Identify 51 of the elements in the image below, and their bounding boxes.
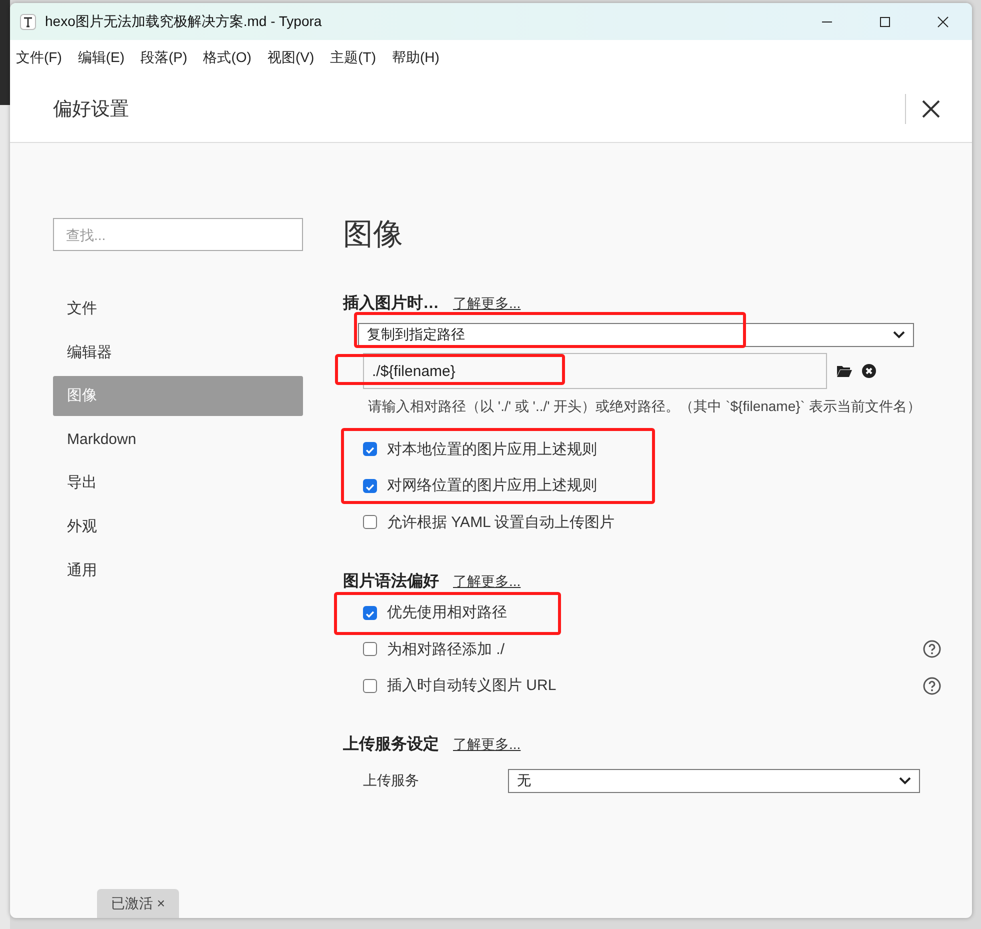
close-icon[interactable] [937,16,949,28]
path-field[interactable]: ./${filename} [363,353,827,389]
sidebar-item[interactable]: 编辑器 [53,332,303,373]
help-icon[interactable] [923,676,941,695]
status-badge[interactable]: 已激活 × [97,889,180,918]
checkbox-label: 插入时自动转义图片 URL [387,676,556,696]
checkbox-label: 允许根据 YAML 设置自动上传图片 [387,512,615,532]
menu-item[interactable]: 段落(P) [140,48,196,66]
maximize-icon[interactable] [879,16,891,28]
checkbox[interactable] [363,478,377,493]
checkbox[interactable] [363,678,377,693]
menu-item[interactable]: 视图(V) [267,48,322,66]
sidebar-item[interactable]: 外观 [53,506,303,547]
checkbox[interactable] [363,642,377,656]
checkbox[interactable] [363,606,377,620]
checkbox-label: 对本地位置的图片应用上述规则 [387,440,597,459]
page-title: 图像 [343,217,404,253]
help-icon[interactable] [923,640,941,658]
menu-item[interactable]: 主题(T) [330,48,384,66]
chevron-icon [899,777,911,785]
menu-item[interactable]: 编辑(E) [78,48,133,66]
window-title: hexo图片无法加载究极解决方案.md - Typora [45,12,322,30]
field-label: 上传服务 [363,772,420,790]
learn-more-link[interactable]: 了解更多... [453,295,521,313]
menu-item[interactable]: 格式(O) [203,48,260,66]
clear-icon[interactable] [862,364,876,378]
sidebar-item[interactable]: 导出 [53,463,303,504]
folder-icon[interactable] [837,365,852,377]
close-icon[interactable] [920,98,942,120]
learn-more-link[interactable]: 了解更多... [453,572,521,590]
app-icon [20,14,36,30]
sidebar-item[interactable]: Markdown [53,420,303,460]
sidebar-item[interactable]: 通用 [53,550,303,591]
section-heading: 插入图片时… [343,293,439,314]
checkbox[interactable] [363,515,377,530]
dropdown[interactable]: 无 [508,769,920,793]
section-heading: 图片语法偏好 [343,572,439,592]
checkbox-label: 对网络位置的图片应用上述规则 [387,476,597,496]
learn-more-link[interactable]: 了解更多... [453,736,521,754]
dialog-title: 偏好设置 [53,98,129,122]
hint-text: 请输入相对路径（以 './' 或 '../' 开头）或绝对路径。（其中 `${filename}` 表示当前文件名） [368,397,922,416]
menu-item[interactable]: 文件(F) [16,48,70,66]
chevron-icon [893,331,905,339]
section-heading: 上传服务设定 [343,734,439,755]
checkbox-label: 为相对路径添加 ./ [387,640,505,659]
menu-item[interactable]: 帮助(H) [392,48,448,66]
checkbox-label: 优先使用相对路径 [387,603,507,622]
sidebar-item[interactable]: 文件 [53,289,303,329]
checkbox[interactable] [363,442,377,456]
search-field[interactable]: 查找... [53,218,303,251]
dropdown[interactable]: 复制到指定路径 [358,323,914,347]
